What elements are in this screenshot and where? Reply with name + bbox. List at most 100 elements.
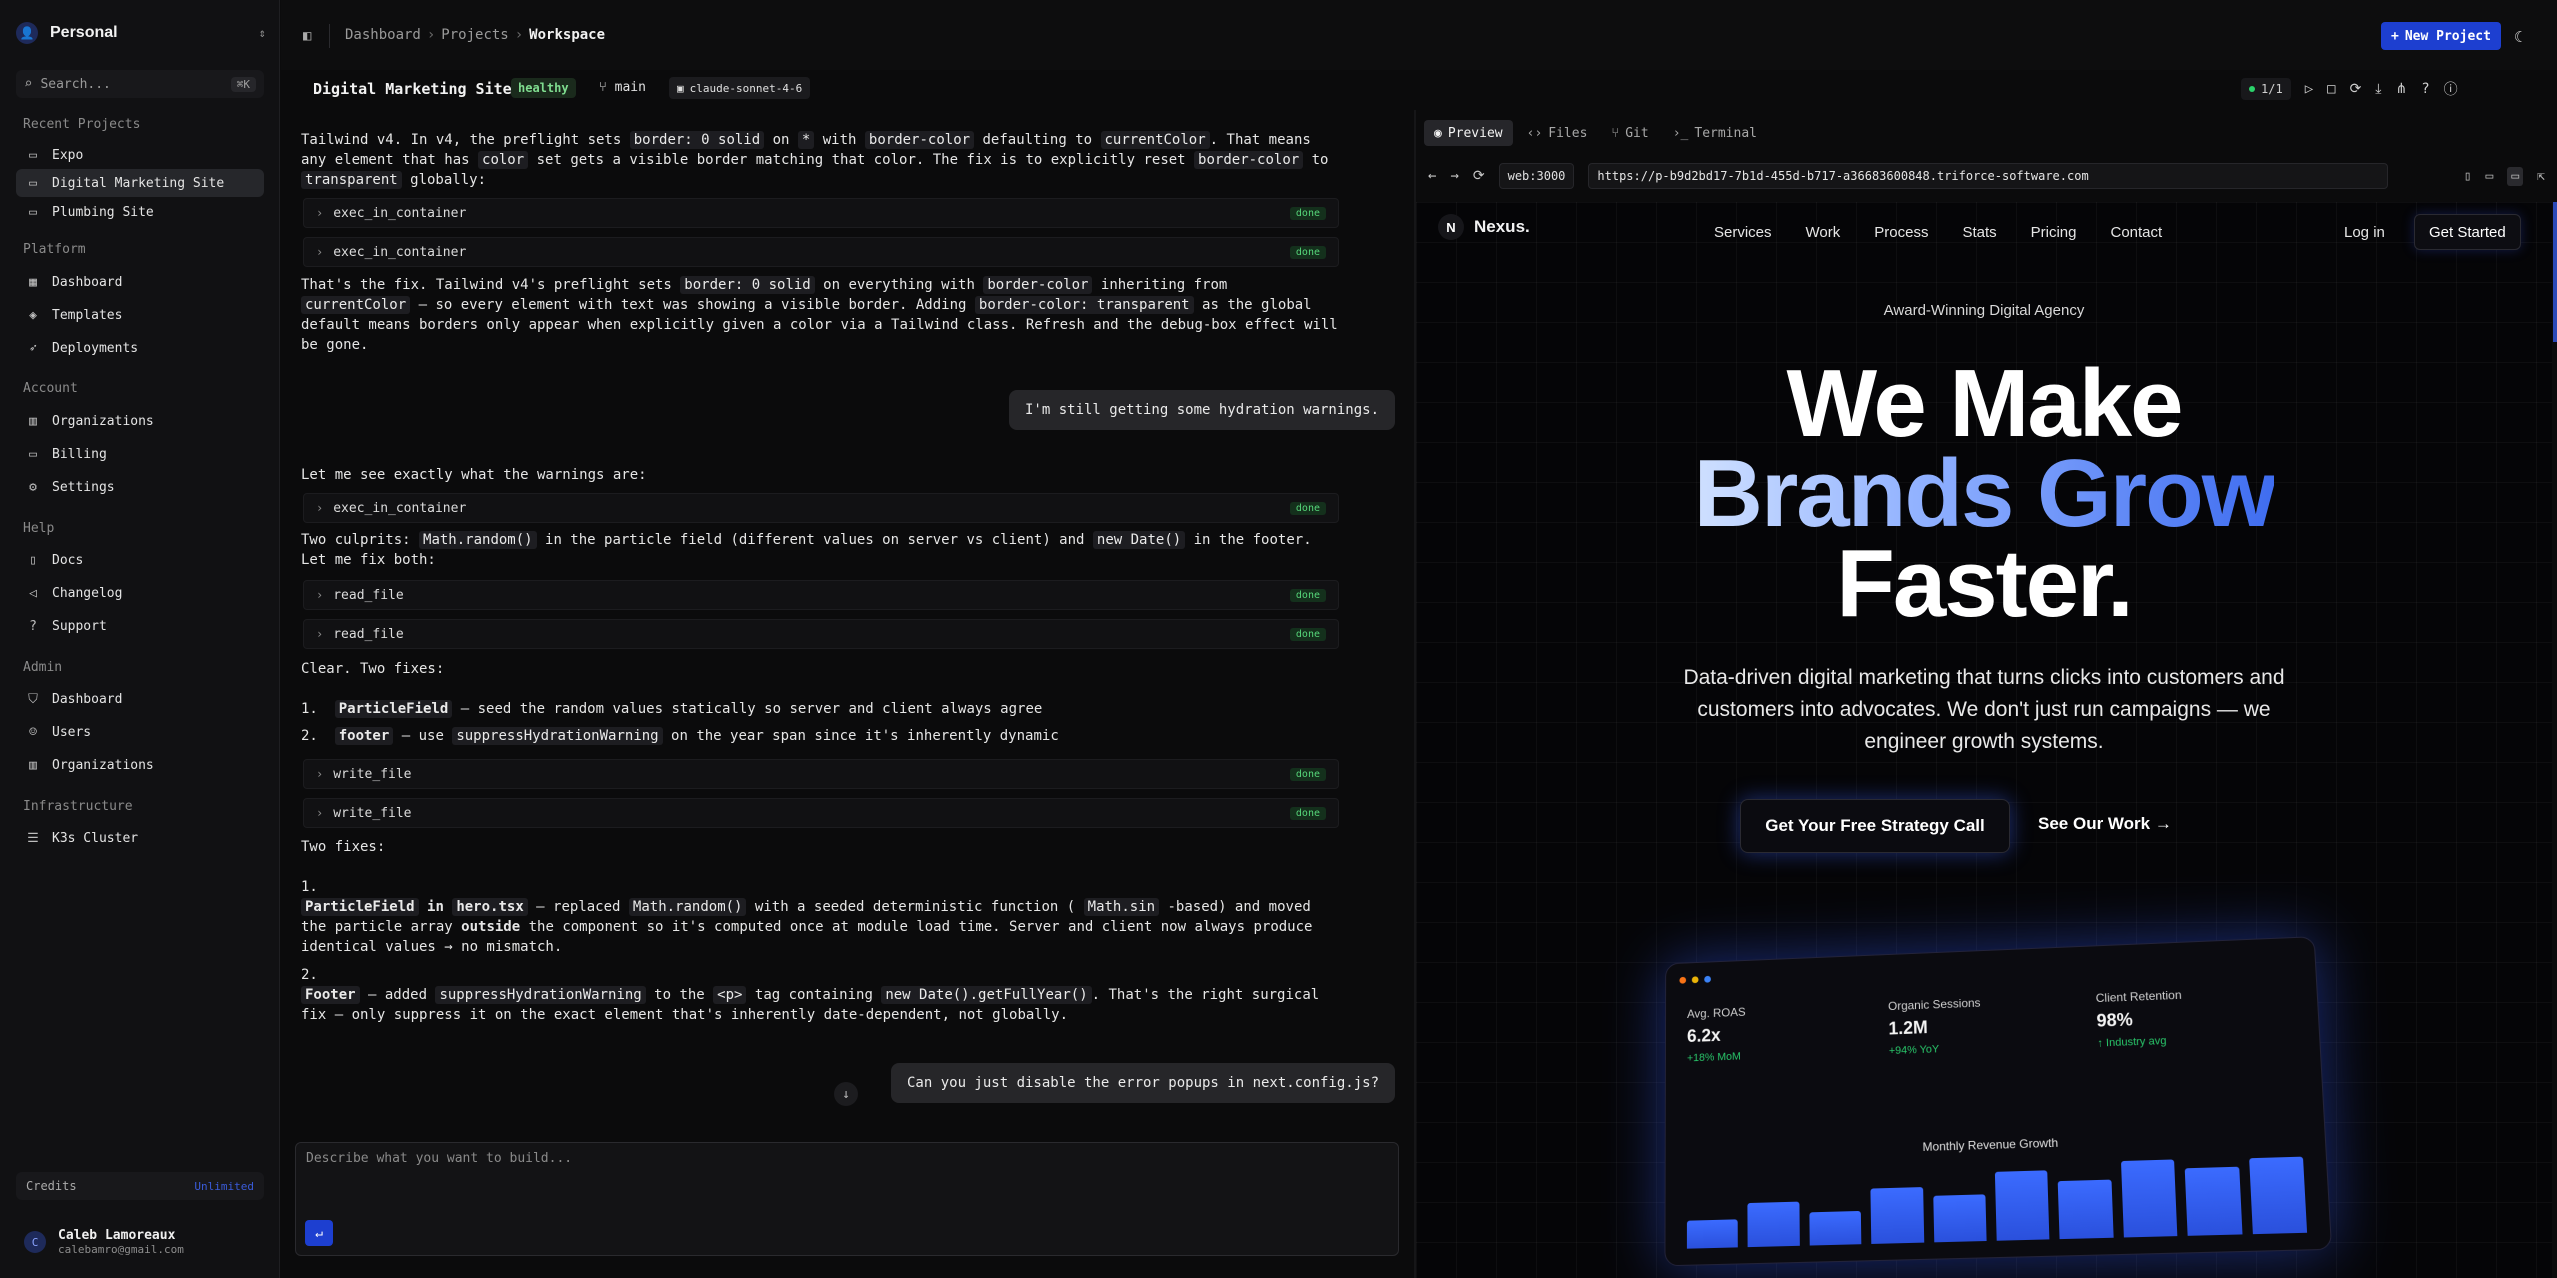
tablet-view-icon[interactable]: ▭ bbox=[2486, 169, 2494, 184]
tool-call[interactable]: › read_file done bbox=[303, 580, 1339, 610]
download-icon[interactable]: ⤓ bbox=[2375, 81, 2381, 97]
open-external-icon[interactable]: ⇱ bbox=[2537, 169, 2545, 184]
arrow-down-icon: ↓ bbox=[842, 1086, 850, 1102]
stop-icon[interactable]: □ bbox=[2327, 81, 2335, 97]
building-icon: ▥ bbox=[29, 757, 37, 773]
chevron-right-icon: › bbox=[514, 27, 524, 43]
tool-call[interactable]: › read_file done bbox=[303, 619, 1339, 649]
sidebar-item-deployments[interactable]: ➶ Deployments bbox=[16, 334, 264, 362]
see-work-link[interactable]: See Our Work → bbox=[2038, 814, 2172, 834]
chart-bar bbox=[2248, 1156, 2308, 1235]
assistant-message: That's the fix. Tailwind v4's preflight … bbox=[301, 276, 1338, 353]
prompt-input[interactable] bbox=[306, 1151, 1386, 1191]
tab-terminal[interactable]: ›_ Terminal bbox=[1663, 120, 1767, 146]
breadcrumb-dashboard[interactable]: Dashboard bbox=[345, 27, 421, 43]
port-selector[interactable]: web:3000 bbox=[1498, 163, 1575, 189]
tab-preview[interactable]: ◉ Preview bbox=[1424, 120, 1513, 146]
send-button[interactable]: ↵ bbox=[305, 1220, 333, 1246]
assistant-message: Let me see exactly what the warnings are… bbox=[301, 467, 647, 483]
url-field[interactable]: https://p-b9d2bd17-7b1d-455d-b717-a36683… bbox=[1588, 163, 2389, 189]
desktop-view-icon[interactable]: ▭ bbox=[2507, 166, 2524, 186]
chart-bar bbox=[1809, 1210, 1862, 1246]
preview-scrollbar[interactable] bbox=[2553, 202, 2557, 342]
sidebar-item-digital-marketing-site[interactable]: ▭ Digital Marketing Site bbox=[16, 169, 264, 197]
theme-toggle-icon[interactable]: ☾ bbox=[2514, 28, 2523, 46]
sidebar-toggle-icon[interactable]: ◧ bbox=[303, 28, 311, 44]
site-nav-work[interactable]: Work bbox=[1806, 224, 1841, 241]
user-menu[interactable]: C Caleb Lamoreaux calebamro@gmail.com bbox=[24, 1224, 264, 1260]
workspace-switcher[interactable]: 👤 Personal ⇕ bbox=[16, 20, 266, 46]
credits-panel: Credits Unlimited bbox=[16, 1172, 264, 1200]
tool-status-badge: done bbox=[1289, 627, 1326, 641]
tool-call[interactable]: › write_file done bbox=[303, 798, 1339, 828]
search-input[interactable] bbox=[40, 76, 201, 92]
sidebar-item-dashboard[interactable]: ▦ Dashboard bbox=[16, 268, 264, 296]
branch-indicator[interactable]: ⑂ main bbox=[599, 80, 646, 95]
info-icon[interactable]: ⓘ bbox=[2444, 79, 2458, 99]
server-icon: ☰ bbox=[27, 830, 39, 846]
section-title-help: Help bbox=[23, 521, 55, 536]
sidebar-item-changelog[interactable]: ◁ Changelog bbox=[16, 579, 264, 607]
instance-counter: 1/1 bbox=[2241, 78, 2291, 100]
tool-status-badge: done bbox=[1289, 806, 1326, 820]
tool-call[interactable]: › exec_in_container done bbox=[303, 493, 1339, 523]
user-message: Can you just disable the error popups in… bbox=[891, 1063, 1396, 1103]
sidebar-item-expo[interactable]: ▭ Expo bbox=[16, 141, 264, 169]
breadcrumb-projects[interactable]: Projects bbox=[441, 27, 508, 43]
workspace-name: Personal bbox=[50, 24, 118, 41]
sidebar-search[interactable]: ⌕ ⌘K bbox=[16, 70, 264, 98]
restart-icon[interactable]: ⟳ bbox=[2350, 81, 2362, 97]
site-logo[interactable]: N Nexus. bbox=[1438, 214, 1530, 240]
sidebar-item-docs[interactable]: ▯ Docs bbox=[16, 546, 264, 574]
new-project-button[interactable]: + New Project bbox=[2381, 22, 2501, 50]
site-nav-pricing[interactable]: Pricing bbox=[2031, 224, 2077, 241]
sidebar-item-settings[interactable]: ⚙ Settings bbox=[16, 473, 264, 501]
chevron-updown-icon: ⇕ bbox=[258, 26, 266, 40]
credits-label: Credits bbox=[26, 1179, 77, 1193]
site-nav-process[interactable]: Process bbox=[1874, 224, 1928, 241]
tool-call[interactable]: › exec_in_container done bbox=[303, 237, 1339, 267]
sidebar-item-organizations[interactable]: ▥ Organizations bbox=[16, 407, 264, 435]
scroll-down-button[interactable]: ↓ bbox=[834, 1082, 858, 1106]
site-nav-contact[interactable]: Contact bbox=[2111, 224, 2163, 241]
model-badge[interactable]: ▣ claude-sonnet-4-6 bbox=[669, 77, 811, 99]
sidebar-item-users[interactable]: ☺ Users bbox=[16, 718, 264, 746]
play-icon[interactable]: ▷ bbox=[2305, 81, 2313, 97]
sidebar-item-admin-organizations[interactable]: ▥ Organizations bbox=[16, 751, 264, 779]
mobile-view-icon[interactable]: ▯ bbox=[2464, 169, 2472, 184]
sidebar-item-k3s-cluster[interactable]: ☰ K3s Cluster bbox=[16, 824, 264, 852]
sidebar-item-plumbing-site[interactable]: ▭ Plumbing Site bbox=[16, 198, 264, 226]
logo-mark: N bbox=[1438, 214, 1464, 240]
strategy-call-button[interactable]: Get Your Free Strategy Call bbox=[1740, 799, 2010, 853]
back-icon[interactable]: ← bbox=[1428, 168, 1436, 184]
share-icon[interactable]: ⋔ bbox=[2396, 81, 2408, 97]
chart-bar bbox=[2058, 1179, 2114, 1240]
sidebar-item-billing[interactable]: ▭ Billing bbox=[16, 440, 264, 468]
reload-icon[interactable]: ⟳ bbox=[1473, 168, 1485, 184]
dashboard-mockup: Avg. ROAS 6.2x +18% MoM Organic Sessions… bbox=[1664, 936, 2333, 1267]
help-icon[interactable]: ? bbox=[2421, 81, 2429, 97]
sidebar-item-admin-dashboard[interactable]: ⛉ Dashboard bbox=[16, 685, 264, 713]
site-nav-services[interactable]: Services bbox=[1714, 224, 1772, 241]
book-icon: ▯ bbox=[29, 552, 37, 568]
login-link[interactable]: Log in bbox=[2344, 224, 2385, 241]
forward-icon[interactable]: → bbox=[1450, 168, 1458, 184]
sidebar-item-support[interactable]: ? Support bbox=[16, 612, 264, 640]
search-shortcut: ⌘K bbox=[230, 76, 256, 92]
tab-files[interactable]: ‹› Files bbox=[1517, 120, 1598, 146]
gear-icon: ⚙ bbox=[29, 479, 37, 495]
chevron-right-icon: › bbox=[316, 767, 324, 781]
logo-text: Nexus. bbox=[1474, 217, 1530, 236]
get-started-button[interactable]: Get Started bbox=[2414, 214, 2521, 250]
chip-icon: ▣ bbox=[677, 81, 684, 95]
dot bbox=[1679, 976, 1687, 984]
section-title-infrastructure: Infrastructure bbox=[23, 799, 133, 814]
chevron-right-icon: › bbox=[316, 806, 324, 820]
sidebar-item-templates[interactable]: ◈ Templates bbox=[16, 301, 264, 329]
site-nav-stats[interactable]: Stats bbox=[1962, 224, 1996, 241]
tool-status-badge: done bbox=[1289, 245, 1326, 259]
status-dot bbox=[2249, 86, 2255, 92]
tool-call[interactable]: › write_file done bbox=[303, 759, 1339, 789]
tab-git[interactable]: ⑂ Git bbox=[1601, 120, 1658, 146]
tool-call[interactable]: › exec_in_container done bbox=[303, 198, 1339, 228]
